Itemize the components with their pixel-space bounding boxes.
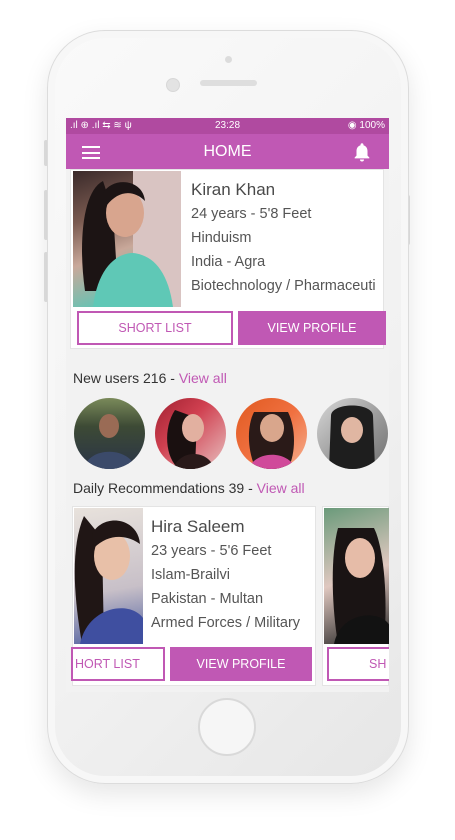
status-bar: .ıl ⊕ .ıl ⇆ ≋ ψ 23:28 ◉ 100%	[66, 118, 389, 134]
phone-home-button[interactable]	[198, 698, 256, 756]
shortlist-button[interactable]: SHORT LIST	[77, 311, 233, 345]
page-title: HOME	[203, 143, 252, 160]
recommendation-location: Pakistan - Multan	[151, 591, 264, 607]
profile-card: Kiran Khan 24 years - 5'8 Feet Hinduism …	[70, 169, 386, 349]
app-screen: .ıl ⊕ .ıl ⇆ ≋ ψ 23:28 ◉ 100% HOME Kiran …	[66, 118, 389, 692]
app-bar: HOME	[66, 134, 389, 169]
new-user-avatar[interactable]	[236, 398, 307, 469]
new-user-avatar[interactable]	[74, 398, 145, 469]
profile-location: India - Agra	[191, 254, 266, 270]
view-profile-button[interactable]: VIEW PROFILE	[170, 647, 312, 681]
view-profile-button[interactable]: VIEW PROFILE	[238, 311, 386, 345]
recommendation-photo[interactable]	[74, 508, 143, 644]
recommendation-profession: Armed Forces / Military	[151, 615, 301, 631]
daily-recommendations-label: Daily Recommendations 39 -	[73, 480, 257, 496]
new-users-label: New users 216 -	[73, 370, 179, 386]
signal-indicators: .ıl ⊕ .ıl ⇆ ≋ ψ	[70, 120, 132, 131]
profile-age-height: 24 years - 5'8 Feet	[191, 206, 312, 222]
earpiece-speaker	[200, 80, 257, 86]
recommendation-card-partial: SH	[322, 506, 389, 686]
profile-religion: Hinduism	[191, 230, 252, 246]
recommendation-photo[interactable]	[324, 508, 389, 644]
new-users-view-all-link[interactable]: View all	[179, 370, 227, 386]
proximity-sensor	[166, 78, 180, 92]
recommendation-age-height: 23 years - 5'6 Feet	[151, 543, 272, 559]
profile-photo[interactable]	[73, 171, 181, 307]
new-user-avatar[interactable]	[155, 398, 226, 469]
profile-name: Kiran Khan	[191, 180, 276, 199]
daily-recommendations-heading: Daily Recommendations 39 - View all	[73, 480, 305, 496]
bell-icon[interactable]	[351, 140, 373, 164]
front-camera	[225, 56, 232, 63]
status-time: 23:28	[215, 120, 241, 131]
shortlist-button[interactable]: HORT LIST	[71, 647, 165, 681]
profile-profession: Biotechnology / Pharmaceuti	[191, 278, 376, 294]
new-user-avatar[interactable]	[317, 398, 388, 469]
recommendation-name: Hira Saleem	[151, 517, 245, 536]
shortlist-button[interactable]: SH	[327, 647, 389, 681]
recommendation-card: Hira Saleem 23 years - 5'6 Feet Islam-Br…	[71, 506, 316, 686]
new-users-heading: New users 216 - View all	[73, 370, 227, 386]
battery-indicator: ◉ 100%	[347, 120, 385, 131]
daily-recommendations-view-all-link[interactable]: View all	[257, 480, 305, 496]
recommendation-religion: Islam-Brailvi	[151, 567, 230, 583]
